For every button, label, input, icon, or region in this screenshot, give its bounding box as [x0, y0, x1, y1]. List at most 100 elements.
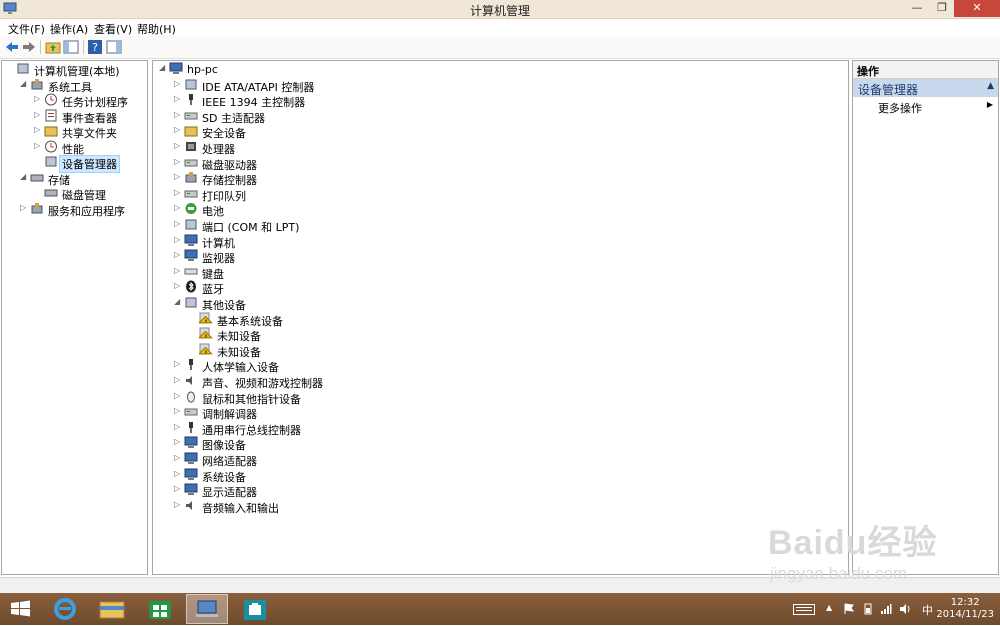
expanded-arrow-icon[interactable]: ◢	[159, 63, 167, 72]
collapsed-arrow-icon[interactable]: ▷	[174, 94, 182, 103]
collapsed-arrow-icon[interactable]: ▷	[174, 157, 182, 166]
tree-item-label: 系统设备	[202, 470, 246, 484]
collapsed-arrow-icon[interactable]: ▷	[174, 375, 182, 384]
tree-item-icon	[184, 234, 198, 247]
tree-item-label: 磁盘驱动器	[202, 158, 257, 172]
collapsed-arrow-icon[interactable]: ▷	[174, 141, 182, 150]
collapsed-arrow-icon[interactable]: ▷	[174, 469, 182, 478]
menu-file[interactable]: 文件(F)	[8, 21, 45, 37]
collapsed-arrow-icon[interactable]: ▷	[174, 359, 182, 368]
menu-view[interactable]: 查看(V)	[94, 21, 132, 37]
collapsed-arrow-icon[interactable]: ▷	[174, 188, 182, 197]
collapsed-arrow-icon[interactable]: ▷	[174, 406, 182, 415]
disk-drive-icon	[184, 159, 198, 167]
actions-header: 操作	[853, 61, 998, 79]
tree-item-label: 未知设备	[217, 345, 261, 359]
collapsed-arrow-icon[interactable]: ▷	[174, 235, 182, 244]
minimize-button[interactable]: —	[904, 0, 930, 17]
forward-arrow-icon[interactable]	[21, 39, 37, 55]
storage-controller-icon	[185, 172, 197, 183]
briefcase-app-icon[interactable]	[234, 594, 276, 624]
collapsed-arrow-icon[interactable]: ▷	[174, 453, 182, 462]
store-icon[interactable]	[139, 594, 181, 624]
collapsed-arrow-icon[interactable]: ▷	[20, 203, 28, 212]
more-actions-label: 更多操作	[878, 102, 922, 115]
tree-item-label: 共享文件夹	[62, 127, 117, 140]
audio-io-icon	[186, 500, 192, 510]
expanded-arrow-icon[interactable]: ◢	[20, 172, 28, 181]
chevron-up-icon[interactable]: ▲	[826, 603, 838, 615]
tree-item-icon	[184, 436, 198, 449]
collapsed-arrow-icon[interactable]: ▷	[174, 391, 182, 400]
tree-item-label: 服务和应用程序	[48, 204, 125, 218]
printer-icon	[184, 190, 198, 198]
show-hide-tree-icon[interactable]	[63, 39, 79, 55]
menu-action[interactable]: 操作(A)	[50, 21, 88, 37]
collapsed-arrow-icon[interactable]: ▷	[174, 250, 182, 259]
folder-up-icon[interactable]	[45, 39, 61, 55]
more-actions-item[interactable]: 更多操作 ▶	[853, 99, 998, 115]
tree-item-icon	[184, 249, 198, 262]
collapsed-arrow-icon[interactable]: ▷	[174, 219, 182, 228]
tree-item-label: SD 主适配器	[202, 111, 265, 125]
ime-indicator[interactable]: 中	[922, 602, 934, 617]
collapse-up-icon: ▲	[987, 81, 994, 91]
collapsed-arrow-icon[interactable]: ▷	[174, 110, 182, 119]
expanded-arrow-icon[interactable]: ◢	[174, 297, 182, 306]
collapsed-arrow-icon[interactable]: ▷	[34, 125, 42, 134]
collapsed-arrow-icon[interactable]: ▷	[174, 266, 182, 275]
tree-item-label: 计算机管理(本地)	[34, 65, 120, 78]
tree-item-icon	[184, 483, 198, 496]
tree-item-icon	[198, 327, 213, 340]
tree-item-label: 处理器	[202, 143, 235, 156]
expanded-arrow-icon[interactable]: ◢	[20, 79, 28, 88]
collapsed-arrow-icon[interactable]: ▷	[34, 110, 42, 119]
collapsed-arrow-icon[interactable]: ▷	[174, 79, 182, 88]
battery-icon[interactable]	[862, 603, 874, 615]
tree-item-icon	[184, 171, 198, 184]
menu-help[interactable]: 帮助(H)	[137, 21, 176, 37]
tree-item-icon	[16, 62, 30, 75]
collapsed-arrow-icon[interactable]: ▷	[174, 500, 182, 509]
sd-adapter-icon	[184, 112, 198, 120]
actions-section-device-manager[interactable]: 设备管理器 ▲	[853, 79, 998, 97]
tree-item-icon	[30, 78, 44, 91]
windows-start-icon[interactable]	[0, 594, 42, 624]
collapsed-arrow-icon[interactable]: ▷	[174, 437, 182, 446]
maximize-button[interactable]: ❐	[930, 0, 954, 17]
collapsed-arrow-icon[interactable]: ▷	[174, 484, 182, 493]
computer-icon	[184, 234, 198, 246]
file-explorer-icon[interactable]	[91, 594, 133, 624]
tree-item-label: 事件查看器	[62, 111, 117, 125]
collapsed-arrow-icon[interactable]: ▷	[174, 172, 182, 181]
show-hide-action-pane-icon[interactable]	[106, 39, 122, 55]
back-arrow-icon[interactable]	[4, 39, 20, 55]
network-signal-icon[interactable]	[880, 603, 892, 615]
flag-icon[interactable]	[843, 603, 855, 615]
collapsed-arrow-icon[interactable]: ▷	[174, 125, 182, 134]
close-button[interactable]: ✕	[954, 0, 1000, 17]
collapsed-arrow-icon[interactable]: ▷	[174, 281, 182, 290]
collapsed-arrow-icon[interactable]: ▷	[34, 141, 42, 150]
collapsed-arrow-icon[interactable]: ▷	[34, 94, 42, 103]
keyboard-icon[interactable]	[793, 603, 815, 615]
internet-explorer-icon[interactable]	[44, 594, 86, 624]
tree-item-label: 鼠标和其他指针设备	[202, 392, 301, 406]
computer-management-taskbar-button[interactable]	[186, 594, 228, 624]
collapsed-arrow-icon[interactable]: ▷	[174, 422, 182, 431]
clock[interactable]: 12:32 2014/11/23	[936, 597, 994, 621]
tree-item-label: 磁盘管理	[62, 189, 106, 202]
tree-item-icon	[184, 140, 198, 153]
tree-item-icon	[44, 155, 58, 168]
tree-item-label: 设备管理器	[59, 155, 120, 173]
shared-folders-icon	[44, 126, 58, 137]
mouse-icon	[187, 391, 195, 403]
tree-item-icon	[184, 124, 198, 137]
tree-item-icon	[184, 499, 198, 512]
volume-icon[interactable]	[899, 603, 911, 615]
navigation-pane: 计算机管理(本地) ◢ 系统工具 ▷ 任务计划程序 ▷ 事件查看器 ▷ 共享文件夹 ▷ 性能 设备管理…	[1, 60, 148, 575]
tree-item-label: 显示适配器	[202, 486, 257, 500]
help-icon[interactable]: ?	[87, 39, 103, 55]
collapsed-arrow-icon[interactable]: ▷	[174, 203, 182, 212]
display-adapter-icon	[184, 483, 198, 496]
